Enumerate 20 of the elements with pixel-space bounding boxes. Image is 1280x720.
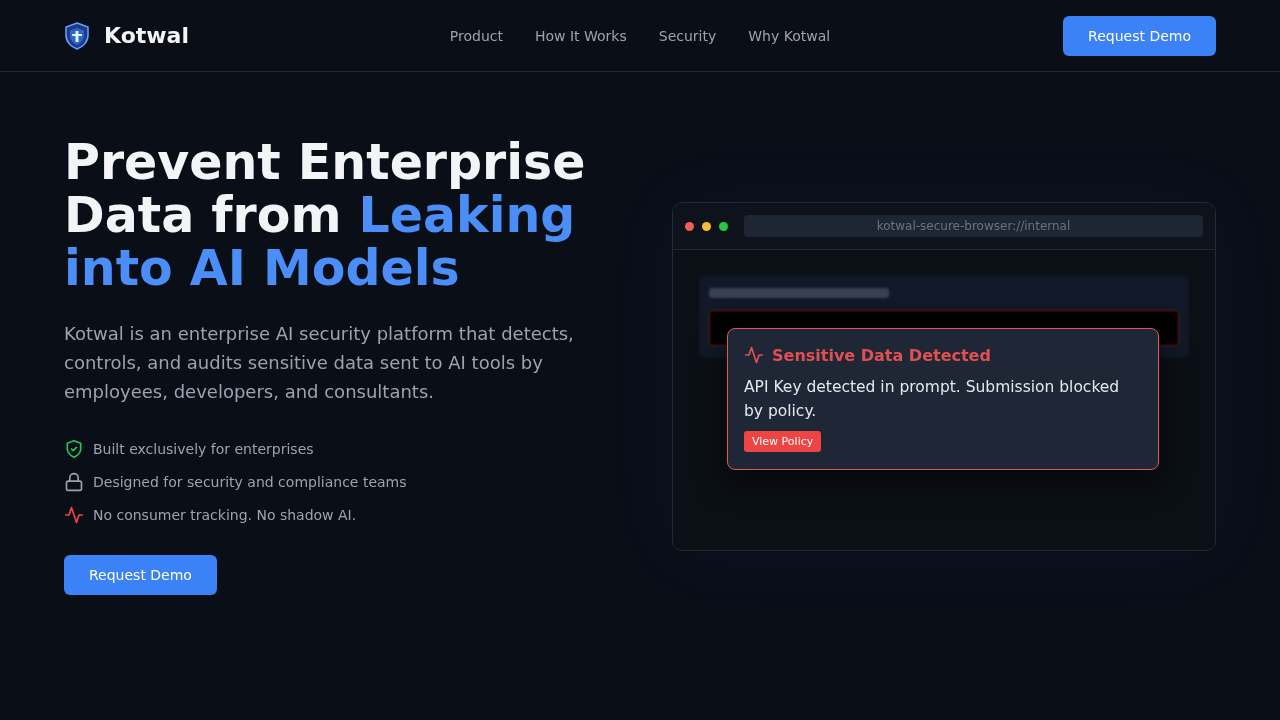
- maximize-dot-icon[interactable]: [719, 221, 728, 231]
- request-demo-button[interactable]: Request Demo: [1063, 15, 1216, 56]
- nav-link[interactable]: Security: [658, 27, 717, 44]
- nav-link[interactable]: Why Kotwal: [748, 27, 831, 44]
- alert-message: API Key detected in prompt. Submission blocked by policy.: [744, 377, 1121, 422]
- nav-link[interactable]: Product: [449, 27, 503, 44]
- hero-description: Kotwal is an enterprise AI security platform that detects, controls, and audits sensitive data sent to AI tools by employees, developers, and consultants.: [64, 322, 575, 404]
- alert-title: Sensitive Data Detected: [772, 345, 991, 365]
- request-demo-button[interactable]: Request Demo: [64, 555, 217, 595]
- feature-text: Designed for security and compliance teams: [93, 474, 407, 490]
- feature-text: Built exclusively for enterprises: [93, 441, 314, 457]
- close-dot-icon[interactable]: [685, 221, 694, 231]
- pulse-icon: [744, 345, 764, 365]
- minimize-dot-icon[interactable]: [702, 221, 711, 231]
- hero-title: Prevent Enterprise Data from Leaking into AI Models: [64, 136, 587, 295]
- view-policy-button[interactable]: View Policy: [744, 431, 822, 452]
- brand-name: Kotwal: [104, 23, 189, 48]
- shield-logo-icon: [64, 21, 90, 50]
- nav-link[interactable]: How It Works: [534, 27, 627, 44]
- feature-text: No consumer tracking. No shadow AI.: [93, 507, 357, 523]
